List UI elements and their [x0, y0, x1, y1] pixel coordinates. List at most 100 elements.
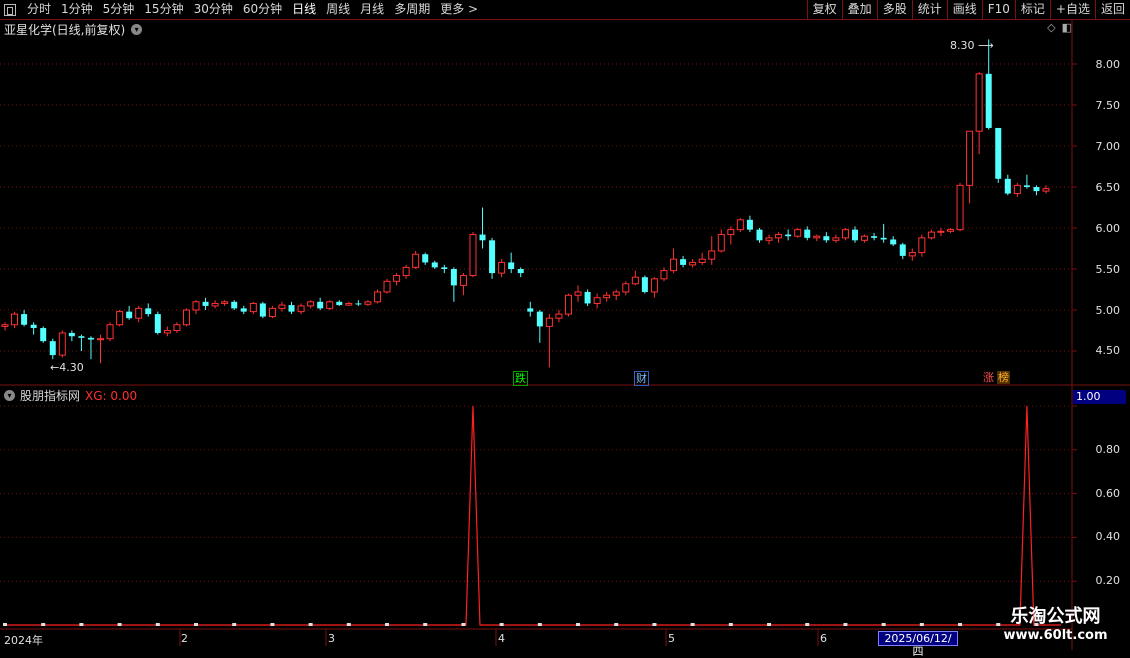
baseline-dot	[919, 623, 924, 626]
baseline-dot	[41, 623, 46, 626]
price-axis-label: 8.00	[1095, 58, 1121, 71]
candle	[78, 334, 85, 351]
indicator-axis-label: 0.40	[1095, 530, 1121, 543]
date-axis-month: 3	[328, 632, 335, 645]
baseline-dot	[614, 623, 619, 626]
candle-body	[832, 237, 840, 241]
candle-body	[698, 258, 706, 263]
candle-body	[804, 229, 811, 238]
candle-body	[1023, 185, 1030, 187]
candle-body	[899, 244, 906, 256]
candle	[908, 248, 916, 261]
candle-body	[785, 234, 792, 237]
candle	[221, 300, 229, 306]
candle	[412, 250, 420, 269]
candle-body	[727, 229, 735, 236]
date-axis-month: 5	[668, 632, 675, 645]
candle-body	[1013, 184, 1021, 195]
candle-body	[765, 237, 773, 241]
candle	[756, 228, 763, 243]
candle	[97, 334, 105, 364]
price-axis-label: 7.00	[1095, 140, 1121, 153]
candle-body	[603, 294, 611, 299]
candle	[422, 252, 429, 265]
candle	[145, 303, 152, 317]
baseline-dot	[958, 623, 963, 626]
event-marker-die[interactable]: 跌	[513, 371, 528, 386]
candle-body	[97, 338, 105, 341]
candle-body	[249, 302, 257, 313]
candle	[336, 300, 343, 306]
candle	[708, 236, 716, 265]
candle	[927, 229, 935, 240]
candle-body	[985, 73, 992, 128]
indicator-axis-label: 0.20	[1095, 574, 1121, 587]
candle-body	[1033, 187, 1040, 192]
baseline-dot	[385, 623, 390, 626]
indicator-axis-label: 0.80	[1095, 443, 1121, 456]
candle-body	[612, 291, 620, 296]
chevron-down-icon[interactable]: ▾	[4, 390, 15, 401]
panel-toggle-icon[interactable]: ◧	[1062, 21, 1072, 34]
candle-body	[326, 301, 334, 309]
event-marker-bang[interactable]: 榜	[997, 371, 1010, 384]
candles	[1, 39, 1050, 368]
candle	[231, 300, 238, 310]
candle-body	[631, 276, 639, 285]
candle-body	[517, 269, 524, 274]
baseline-dot	[3, 623, 7, 626]
baseline-dot	[270, 623, 275, 626]
candle-body	[927, 231, 935, 239]
candle	[326, 300, 334, 310]
candle	[527, 301, 534, 317]
candle-body	[775, 234, 783, 239]
candle-body	[49, 341, 56, 356]
date-axis-month: 2	[181, 632, 188, 645]
diamond-icon[interactable]: ◇	[1047, 21, 1055, 34]
candle	[861, 234, 869, 243]
candle	[899, 242, 906, 260]
baseline-dot	[423, 623, 428, 626]
candle-body	[422, 254, 429, 263]
candle-body	[670, 258, 678, 272]
baseline-dot	[346, 623, 351, 626]
candle-body	[908, 252, 916, 257]
indicator-title-bar: ▾ 股朋指标网 XG: 0.00	[4, 387, 137, 404]
candle	[192, 300, 200, 315]
candle-body	[660, 270, 668, 280]
baseline-dot	[308, 623, 313, 626]
candle-body	[240, 308, 247, 312]
candle	[985, 39, 992, 130]
candle	[946, 228, 954, 233]
kline-chart[interactable]	[0, 0, 1130, 650]
candle-body	[154, 314, 161, 333]
chevron-down-icon[interactable]: ▾	[131, 24, 143, 35]
watermark-url: www.60lt.com	[1003, 628, 1108, 643]
event-marker-zhang[interactable]: 涨	[982, 371, 995, 384]
baseline-dot	[843, 623, 848, 626]
candle	[813, 234, 821, 242]
candle-body	[574, 291, 582, 296]
candle-body	[1, 324, 9, 327]
event-marker-cai[interactable]: 财	[634, 371, 649, 386]
candle-body	[355, 303, 362, 305]
candle	[841, 228, 849, 241]
candle-body	[1042, 188, 1050, 192]
stock-title: 亚星化学(日线,前复权)	[4, 23, 126, 37]
candle	[259, 301, 266, 319]
baseline-dot	[117, 623, 122, 626]
candle	[995, 127, 1002, 183]
candle	[402, 264, 410, 279]
candle	[211, 300, 219, 309]
baseline-dot	[79, 623, 84, 626]
candle	[650, 277, 658, 298]
candle	[975, 72, 983, 155]
candle-body	[527, 308, 534, 312]
candle	[966, 130, 974, 204]
candle-body	[564, 294, 572, 315]
candle-body	[259, 303, 266, 317]
candle	[612, 289, 620, 301]
candle-body	[182, 309, 190, 326]
candle	[1033, 185, 1040, 196]
candle	[746, 215, 753, 233]
